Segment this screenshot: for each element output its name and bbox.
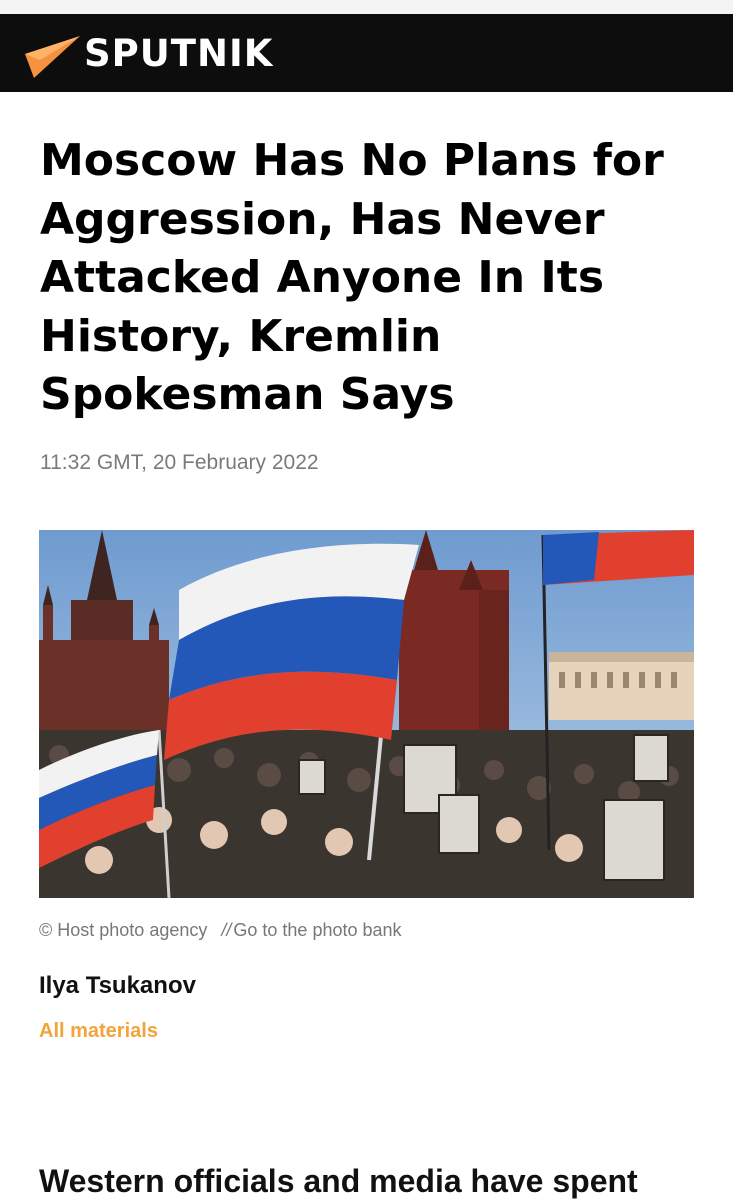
credit-separator: // bbox=[221, 920, 232, 940]
article-photo-illustration bbox=[39, 530, 694, 898]
article-photo[interactable] bbox=[39, 530, 694, 898]
author-name-link[interactable]: Ilya Tsukanov bbox=[39, 972, 196, 1000]
article-headline: Moscow Has No Plans for Aggression, Has … bbox=[40, 135, 664, 420]
site-header: SPUTNIK bbox=[0, 14, 733, 92]
article-body-first-line: Western officials and media have spent bbox=[39, 1163, 638, 1199]
sputnik-logo-icon bbox=[25, 36, 80, 78]
photo-bank-link[interactable]: Go to the photo bank bbox=[233, 920, 401, 940]
all-materials-link[interactable]: All materials bbox=[39, 1020, 158, 1043]
article-dateline: 11:32 GMT, 20 February 2022 bbox=[40, 451, 319, 474]
browser-top-strip bbox=[0, 0, 733, 14]
logo-wordmark: SPUTNIK bbox=[84, 32, 274, 75]
photo-credit: © Host photo agency bbox=[39, 920, 208, 940]
photo-credit-line: © Host photo agency //Go to the photo ban… bbox=[39, 920, 402, 941]
